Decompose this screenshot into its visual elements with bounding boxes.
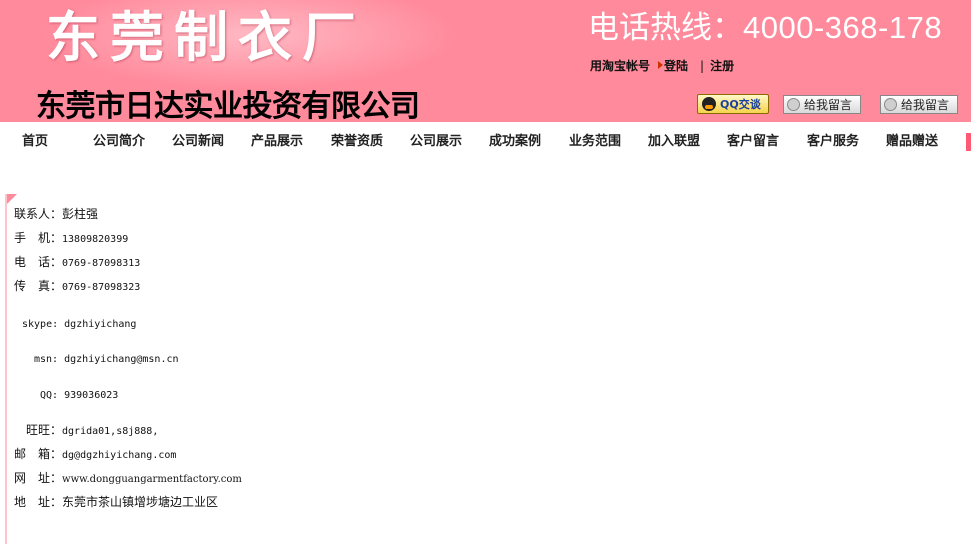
mobile-value: 13809820399 [62,234,129,245]
register-link[interactable]: 注册 [710,59,734,73]
skype-value: dgzhiyichang [64,319,137,330]
fax-value: 0769-87098323 [62,282,141,293]
qq-chat-label: QQ交谈 [720,98,761,111]
contact-person-value: 彭柱强 [62,207,99,221]
nav-item-service[interactable]: 客户服务 [807,133,859,151]
nav-item-business[interactable]: 业务范围 [569,133,621,151]
msn-label: msn: [34,354,65,365]
msn-row: msn: dgzhiyichang@msn.cn [34,350,179,368]
taobao-login-link[interactable]: 用淘宝帐号 [590,59,650,73]
mobile-label: 手 机： [14,231,63,245]
email-label: 邮 箱： [14,447,63,461]
wangwang-label: 旺旺： [26,423,63,437]
website-value[interactable]: www.dongguangarmentfactory.com [62,474,242,485]
qq-penguin-icon [702,97,716,111]
message-icon [787,98,800,111]
header-banner: 东莞制衣厂 电话热线：4000-368-178 用淘宝帐号 登陆 | 注册 东莞市日达… [0,0,971,122]
qq-row: QQ: 939036023 [40,386,118,404]
fax-row: 传 真：0769-87098323 [14,278,140,296]
contact-person-row: 联系人：彭柱强 [14,206,98,222]
email-row: 邮 箱：dg@dgzhiyichang.com [14,446,176,464]
nav-item-products[interactable]: 产品展示 [251,133,303,151]
skype-row: skype: dgzhiyichang [22,315,136,333]
account-links: 用淘宝帐号 登陆 | 注册 [590,57,736,74]
nav-item-about[interactable]: 公司简介 [93,133,145,151]
hotline-label: 电话热线： [588,10,743,45]
nav-item-cases[interactable]: 成功案例 [489,133,541,151]
contact-person-label: 联系人： [14,207,63,221]
wangwang-value: dgrida01,s8j888, [62,426,159,437]
nav-item-join[interactable]: 加入联盟 [648,133,700,151]
nav-item-gifts[interactable]: 赠品赠送 [886,133,938,151]
phone-label: 电 话： [14,255,63,269]
hotline-number: 4000-368-178 [743,10,943,45]
fax-label: 传 真： [14,279,63,293]
login-link[interactable]: 登陆 [664,59,688,73]
content-border-line [5,194,7,544]
address-value: 东莞市茶山镇增埗塘边工业区 [62,495,219,509]
phone-row: 电 话：0769-87098313 [14,254,140,272]
mobile-row: 手 机：13809820399 [14,230,128,248]
qq-value: 939036023 [64,390,119,401]
address-row: 地 址：东莞市茶山镇增埗塘边工业区 [14,494,218,510]
leave-message-label: 给我留言 [804,98,853,112]
nav-overflow-edge [966,133,971,151]
hotline: 电话热线：4000-368-178 [588,8,942,48]
message-icon [884,98,897,111]
qq-label: QQ: [40,390,65,401]
wangwang-row: 旺旺：dgrida01,s8j888, [26,422,158,440]
address-label: 地 址： [14,495,63,509]
link-separator: | [700,59,705,73]
nav-item-messages[interactable]: 客户留言 [727,133,779,151]
email-value[interactable]: dg@dgzhiyichang.com [62,450,176,461]
msn-value: dgzhiyichang@msn.cn [64,354,179,365]
qq-chat-button[interactable]: QQ交谈 [697,94,769,114]
phone-value: 0769-87098313 [62,258,141,269]
nav-item-home[interactable]: 首页 [22,133,48,151]
leave-message-button-2[interactable]: 给我留言 [880,95,958,114]
factory-title: 东莞制衣厂 [46,5,366,69]
main-nav: 首页 公司简介 公司新闻 产品展示 荣誉资质 公司展示 成功案例 业务范围 加入… [0,122,971,162]
leave-message-button[interactable]: 给我留言 [783,95,861,114]
website-row: 网 址：www.dongguangarmentfactory.com [14,470,242,488]
nav-item-showcase[interactable]: 公司展示 [410,133,462,151]
leave-message-label-2: 给我留言 [901,98,950,112]
nav-item-news[interactable]: 公司新闻 [172,133,224,151]
arrow-right-icon [658,61,664,69]
nav-item-honors[interactable]: 荣誉资质 [331,133,383,151]
skype-label: skype: [22,319,65,330]
company-name: 东莞市日达实业投资有限公司 [36,89,420,122]
website-label: 网 址： [14,471,63,485]
